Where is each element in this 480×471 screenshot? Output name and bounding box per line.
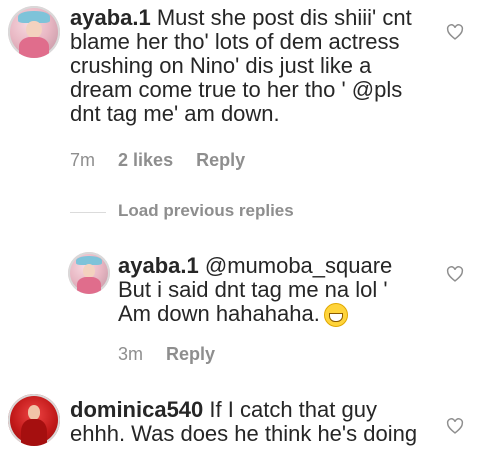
avatar[interactable]: [8, 6, 60, 58]
grinning-face-emoji-icon: [323, 303, 348, 328]
comment-line: dream come true to her tho ' @pls: [70, 77, 403, 102]
comment-line: blame her tho' lots of dem actress: [70, 29, 400, 54]
comment-username[interactable]: dominica540: [70, 397, 203, 422]
comment-text: dominica540 If I catch that guy ehhh. Wa…: [70, 398, 450, 446]
load-previous-replies-button[interactable]: Load previous replies: [118, 201, 294, 221]
comment-line: If I catch that guy: [209, 397, 377, 422]
comment-line: But i said dnt tag me na lol ': [118, 277, 388, 302]
reply-button[interactable]: Reply: [166, 344, 215, 364]
comment-time: 3m: [118, 344, 144, 364]
comment-username[interactable]: ayaba.1: [118, 253, 199, 278]
heart-icon[interactable]: [446, 24, 464, 40]
comment-line: Must she post dis shiii' cnt: [156, 5, 412, 30]
comment-line: dnt tag me' am down.: [70, 101, 280, 126]
reply-button[interactable]: Reply: [196, 150, 245, 170]
comment-2: ayaba.1 @mumoba_square But i said dnt ta…: [0, 240, 480, 370]
comment-1: ayaba.1 Must she post dis shiii' cnt bla…: [0, 0, 480, 190]
heart-icon[interactable]: [446, 418, 464, 434]
comment-line: crushing on Nino' dis just like a: [70, 53, 372, 78]
avatar[interactable]: [8, 394, 60, 446]
avatar[interactable]: [68, 252, 110, 294]
mention-link[interactable]: @mumoba_square: [205, 253, 392, 278]
comment-username[interactable]: ayaba.1: [70, 5, 151, 30]
comment-text: ayaba.1 Must she post dis shiii' cnt bla…: [70, 6, 450, 126]
comment-time: 7m: [70, 150, 96, 170]
comment-line: Am down hahahaha.: [118, 301, 320, 326]
comment-meta: 7m 2 likes Reply: [70, 150, 245, 171]
replies-divider: [70, 212, 106, 213]
heart-icon[interactable]: [446, 266, 464, 282]
comment-text: ayaba.1 @mumoba_square But i said dnt ta…: [118, 253, 438, 328]
comment-3: dominica540 If I catch that guy ehhh. Wa…: [0, 388, 480, 471]
comment-meta: 3m Reply: [118, 344, 215, 365]
comment-line: ehhh. Was does he think he's doing: [70, 421, 418, 446]
likes-count[interactable]: 2 likes: [118, 150, 173, 170]
